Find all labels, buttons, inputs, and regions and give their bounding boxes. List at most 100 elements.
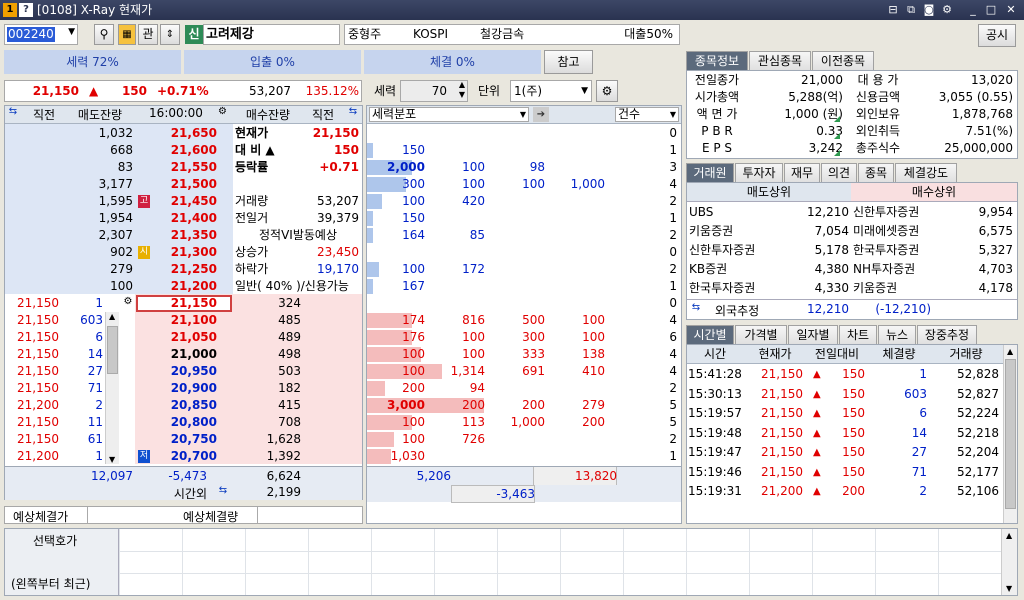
tab-broker-5[interactable]: 체결강도 bbox=[895, 163, 957, 182]
ask-mark-badge: 시 bbox=[138, 246, 150, 259]
bid-price[interactable]: 21,150 bbox=[151, 295, 217, 312]
dropdown-icon[interactable]: ▼ bbox=[68, 27, 75, 37]
ask-price[interactable]: 21,600 bbox=[151, 142, 217, 159]
bid-price[interactable]: 21,000 bbox=[151, 346, 217, 363]
sell-broker-name[interactable]: 키움증권 bbox=[689, 222, 769, 241]
link-icon[interactable]: ⊟ bbox=[886, 2, 900, 17]
scroll-down-icon[interactable]: ▼ bbox=[109, 455, 115, 464]
settings-icon[interactable]: ⚙ bbox=[940, 2, 954, 17]
seryeok-stepper[interactable]: 70 ▲ ▼ bbox=[400, 80, 468, 102]
tab-time-2[interactable]: 일자별 bbox=[788, 325, 838, 344]
bid-price[interactable]: 21,050 bbox=[151, 329, 217, 346]
gwan-button[interactable]: 관 bbox=[138, 24, 158, 45]
tab-info-2[interactable]: 이전종목 bbox=[812, 51, 874, 70]
hoga-header: ⇆ 직전 매도잔량 16:00:00 ⚙ 매수잔량 직전 ⇆ bbox=[5, 106, 362, 124]
dropdown-icon[interactable]: ▼ bbox=[581, 81, 588, 101]
swap-icon-right[interactable]: ⇆ bbox=[345, 106, 361, 117]
diff-cell: 150 bbox=[842, 386, 865, 401]
help-icon[interactable]: ? bbox=[19, 3, 33, 17]
bid-price[interactable]: 20,750 bbox=[151, 431, 217, 448]
swap-icon[interactable]: ⇆ bbox=[5, 106, 21, 117]
copy-icon[interactable]: ⧉ bbox=[904, 2, 918, 17]
search-icon[interactable]: ⚲ bbox=[94, 24, 114, 45]
summary-value: 23,450 bbox=[317, 245, 359, 259]
info-label: 전일종가 bbox=[694, 73, 740, 87]
dropdown-icon[interactable]: ▼ bbox=[520, 108, 526, 121]
grid-line bbox=[119, 551, 1001, 552]
tab-time-1[interactable]: 가격별 bbox=[735, 325, 787, 344]
calendar-icon[interactable]: ▦ bbox=[118, 24, 136, 45]
tick-scrollbar[interactable]: ▲ ▼ bbox=[105, 312, 119, 464]
scroll-up-icon[interactable]: ▲ bbox=[109, 312, 115, 321]
minimize-icon[interactable]: _ bbox=[966, 2, 980, 17]
scroll-down-icon[interactable]: ▼ bbox=[1006, 584, 1012, 593]
close-icon[interactable]: ✕ bbox=[1004, 2, 1018, 17]
ask-price[interactable]: 21,200 bbox=[151, 278, 217, 295]
ask-price[interactable]: 21,450 bbox=[151, 193, 217, 210]
sell-top-title: 매도상위 bbox=[687, 183, 851, 202]
distribution-value: 500 bbox=[522, 313, 545, 327]
gear-icon-small[interactable]: ⚙ bbox=[121, 296, 135, 307]
tab-broker-0[interactable]: 거래원 bbox=[686, 163, 734, 182]
count-select[interactable]: 건수 ▼ bbox=[615, 107, 679, 122]
screenshot-icon[interactable]: ◙ bbox=[922, 2, 936, 17]
sell-broker-name[interactable]: KB증권 bbox=[689, 260, 769, 279]
stepper-arrows-icon[interactable]: ▲ ▼ bbox=[459, 80, 465, 100]
tab-info-1[interactable]: 관심종목 bbox=[749, 51, 811, 70]
bid-price[interactable]: 20,700 bbox=[151, 448, 217, 465]
bid-price[interactable]: 21,100 bbox=[151, 312, 217, 329]
distribution-value: 691 bbox=[522, 364, 545, 378]
tab-info-0[interactable]: 종목정보 bbox=[686, 51, 748, 70]
info-value: 21,000 bbox=[801, 73, 843, 87]
distribution-select[interactable]: 세력분포 ▼ bbox=[369, 107, 529, 122]
bid-price[interactable]: 20,800 bbox=[151, 414, 217, 431]
arrow-right-icon[interactable]: ➔ bbox=[533, 107, 549, 122]
grid-line bbox=[119, 573, 1001, 574]
swap-icon-after[interactable]: ⇆ bbox=[215, 485, 231, 496]
unit-select[interactable]: 1(주) ▼ bbox=[510, 80, 592, 102]
grid-line bbox=[119, 529, 120, 595]
ask-price[interactable]: 21,400 bbox=[151, 210, 217, 227]
tab-time-3[interactable]: 차트 bbox=[839, 325, 877, 344]
tab-broker-1[interactable]: 투자자 bbox=[735, 163, 783, 182]
buy-broker-name[interactable]: 한국투자증권 bbox=[853, 241, 935, 260]
ask-price[interactable]: 21,550 bbox=[151, 159, 217, 176]
tab-broker-2[interactable]: 재무 bbox=[784, 163, 820, 182]
sell-broker-name[interactable]: UBS bbox=[689, 203, 769, 222]
tab-broker-3[interactable]: 의견 bbox=[821, 163, 857, 182]
bid-price[interactable]: 20,950 bbox=[151, 363, 217, 380]
scroll-up-icon[interactable]: ▲ bbox=[1007, 347, 1013, 356]
chamgo-button[interactable]: 참고 bbox=[544, 50, 593, 74]
grid-line bbox=[182, 529, 183, 595]
scroll-up-icon[interactable]: ▲ bbox=[1006, 531, 1012, 540]
dropdown-icon[interactable]: ▼ bbox=[670, 108, 676, 121]
bid-price[interactable]: 20,900 bbox=[151, 380, 217, 397]
diff-cell: 150 bbox=[842, 406, 865, 420]
gongsi-button[interactable]: 공시 bbox=[978, 24, 1016, 47]
ask-price[interactable]: 21,250 bbox=[151, 261, 217, 278]
maximize-icon[interactable]: □ bbox=[984, 2, 998, 17]
swap-icon-foreign[interactable]: ⇆ bbox=[689, 302, 703, 313]
buy-broker-name[interactable]: NH투자증권 bbox=[853, 260, 935, 279]
time-scrollbar[interactable]: ▲ bbox=[1003, 345, 1017, 523]
tab-time-4[interactable]: 뉴스 bbox=[878, 325, 916, 344]
settings-gear-icon[interactable]: ⚙ bbox=[596, 80, 618, 102]
tab-broker-4[interactable]: 종목 bbox=[858, 163, 894, 182]
sell-broker-name[interactable]: 한국투자증권 bbox=[689, 279, 769, 298]
stock-code-input[interactable]: 002240 ▼ bbox=[4, 24, 78, 45]
buy-broker-name[interactable]: 키움증권 bbox=[853, 279, 935, 298]
bottom-scrollbar[interactable]: ▲ ▼ bbox=[1001, 529, 1017, 595]
buy-broker-name[interactable]: 신한투자증권 bbox=[853, 203, 935, 222]
updown-icon[interactable]: ⇕ bbox=[160, 24, 180, 45]
ask-price[interactable]: 21,650 bbox=[151, 125, 217, 142]
tab-time-0[interactable]: 시간별 bbox=[686, 325, 734, 344]
ask-price[interactable]: 21,300 bbox=[151, 244, 217, 261]
buy-broker-name[interactable]: 미래에셋증권 bbox=[853, 222, 935, 241]
tick-qty: 11 bbox=[87, 415, 103, 429]
ask-price[interactable]: 21,500 bbox=[151, 176, 217, 193]
ask-price[interactable]: 21,350 bbox=[151, 227, 217, 244]
bid-price[interactable]: 20,850 bbox=[151, 397, 217, 414]
gear-icon[interactable]: ⚙ bbox=[218, 106, 227, 117]
tab-time-5[interactable]: 장중추정 bbox=[917, 325, 977, 344]
sell-broker-name[interactable]: 신한투자증권 bbox=[689, 241, 769, 260]
